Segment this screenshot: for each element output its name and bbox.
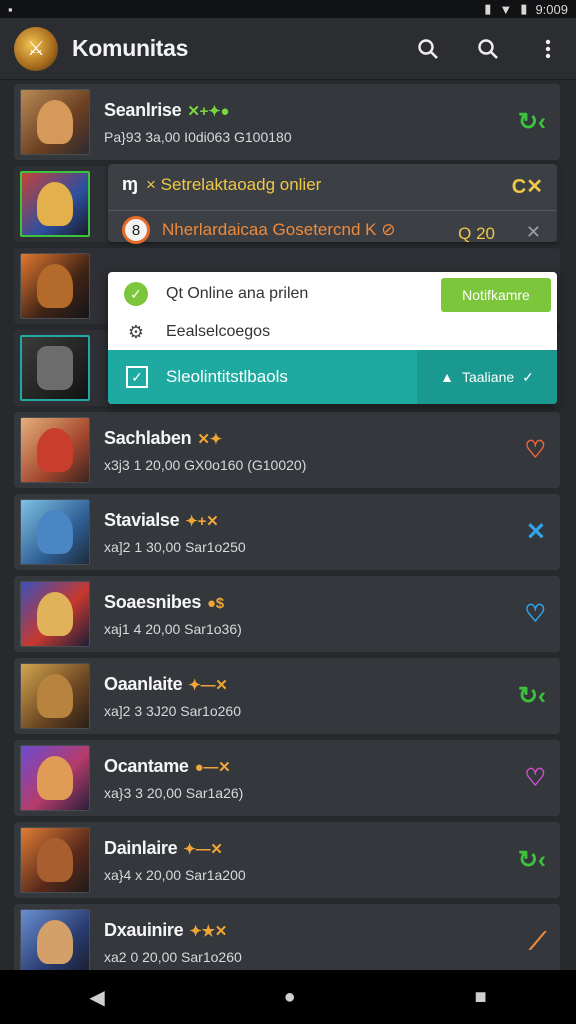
close-icon[interactable]: C✕ [512, 174, 543, 199]
item-meta: Pa}93 3a,00 I0di063 G100180 [104, 128, 292, 145]
checkbox-icon: ✓ [126, 366, 148, 388]
item-title: Dxauinire [104, 919, 184, 940]
list-item[interactable]: Soaesnibes ●$ xaj1 4 20,00 Sar1o36) ♡ [14, 576, 560, 652]
refresh-icon[interactable]: ↻‹ [518, 846, 546, 875]
sparkle-icon: ✕✦ [197, 430, 222, 448]
list-item[interactable]: Seanlrise ✕+✦● Pa}93 3a,00 I0di063 G10018… [14, 84, 560, 160]
item-meta: xa2 0 20,00 Sar1o260 [104, 948, 242, 965]
list-item[interactable]: Stavialse ✦+✕ xa]2 1 30,00 Sar1o250 ✕ [14, 494, 560, 570]
game-thumbnail [20, 499, 90, 565]
game-thumbnail [20, 745, 90, 811]
teal-action-button[interactable]: ▲ Taaliane ✓ [417, 350, 557, 404]
banner-count: Q 20 [458, 224, 495, 243]
heart-icon[interactable]: ♡ [524, 600, 546, 629]
sparkle-icon: ●$ [207, 594, 224, 612]
item-meta: x3j3 1 20,00 GX0o160 (G10020) [104, 456, 307, 473]
item-title: Sachlaben [104, 427, 192, 448]
image-icon: ▪ [8, 1, 13, 17]
recents-icon[interactable]: ■ [474, 986, 486, 1009]
swords-icon[interactable]: ✕ [526, 518, 546, 547]
sparkle-icon: ✦+✕ [185, 512, 219, 530]
sword-icon[interactable]: ⟋ [529, 928, 546, 956]
game-thumbnail [20, 909, 90, 975]
game-thumbnail [20, 89, 90, 155]
item-title: Seanlrise [104, 99, 182, 120]
options-menu: ✓ Qt Online ana prilen Notifkamre ⚙ Eeal… [108, 272, 557, 404]
item-meta: xa]2 3 3J20 Sar1o260 [104, 702, 241, 719]
game-thumbnail [20, 581, 90, 647]
back-icon[interactable]: ◀ [89, 985, 104, 1010]
notification-banner: ɱ × Setrelaktaoadg onlier C✕ 8 Nherlarda… [108, 164, 557, 244]
status-time: 9:009 [535, 1, 568, 17]
list-item[interactable]: Dxauinire ✦★✕ xa2 0 20,00 Sar1o260 ⟋ [14, 904, 560, 980]
item-meta: xa}4 x 20,00 Sar1a200 [104, 866, 246, 883]
check-icon: ✓ [522, 368, 534, 385]
status-bar: ▪ ▮ ▼ ▮ 9:009 [0, 0, 576, 18]
list-item[interactable]: Sachlaben ✕✦ x3j3 1 20,00 GX0o160 (G10020… [14, 412, 560, 488]
app-bar: ⚔ Komunitas [0, 18, 576, 80]
list-item[interactable]: Oaanlaite ✦—✕ xa]2 3 3J20 Sar1o260 ↻‹ [14, 658, 560, 734]
item-title: Ocantame [104, 755, 189, 776]
heart-icon[interactable]: ♡ [524, 436, 546, 465]
home-icon[interactable]: ● [284, 986, 296, 1009]
sparkle-icon: ●—✕ [194, 758, 231, 776]
item-title: Oaanlaite [104, 673, 183, 694]
game-thumbnail [20, 827, 90, 893]
search-icon[interactable] [474, 35, 502, 63]
battery-icon: ▮ [520, 1, 528, 16]
close-icon[interactable]: ✕ [526, 222, 541, 243]
list-item[interactable]: Ocantame ●—✕ xa}3 3 20,00 Sar1a26) ♡ [14, 740, 560, 816]
item-title: Stavialse [104, 509, 180, 530]
sparkle-icon: ✦—✕ [183, 840, 223, 858]
menu-item-settings[interactable]: ⚙ Eealselcoegos [108, 312, 557, 352]
divider [108, 210, 557, 211]
system-nav-bar: ◀ ● ■ [0, 970, 576, 1024]
notification-button[interactable]: Notifkamre [441, 278, 551, 312]
user-icon: ▲ [440, 369, 454, 385]
sparkle-icon: ✦★✕ [189, 922, 228, 940]
item-meta: xa]2 1 30,00 Sar1o250 [104, 538, 246, 555]
check-icon: ✓ [124, 282, 148, 306]
game-thumbnail [20, 253, 90, 319]
wifi-icon: ▼ [499, 1, 513, 17]
search-icon[interactable] [414, 35, 442, 63]
item-meta: xaj1 4 20,00 Sar1o36) [104, 620, 242, 637]
refresh-icon[interactable]: ↻‹ [518, 108, 546, 137]
gear-icon: ⚙ [127, 321, 145, 342]
badge: 8 [122, 216, 150, 244]
sparkle-icon: ✦—✕ [188, 676, 228, 694]
banner-text: × Setrelaktaoadg onlier [146, 174, 322, 194]
game-thumbnail [20, 335, 90, 401]
list-item[interactable]: Dainlaire ✦—✕ xa}4 x 20,00 Sar1a200 ↻‹ [14, 822, 560, 898]
item-meta: xa}3 3 20,00 Sar1a26) [104, 784, 244, 801]
game-thumbnail [20, 417, 90, 483]
menu-item-selected[interactable]: ✓ Sleolintitstlbaols ▲ Taaliane ✓ [108, 350, 557, 404]
game-thumbnail [20, 171, 90, 237]
teal-button-label: Taaliane [461, 369, 515, 385]
more-vert-icon[interactable] [534, 35, 562, 63]
menu-item-label: Sleolintitstlbaols [166, 367, 288, 386]
app-logo-icon[interactable]: ⚔ [14, 26, 58, 71]
app-mark-icon: ɱ [122, 174, 139, 194]
refresh-icon[interactable]: ↻‹ [518, 682, 546, 711]
page-title: Komunitas [72, 35, 189, 61]
signal-icon: ▮ [484, 1, 492, 16]
menu-item-online[interactable]: ✓ Qt Online ana prilen Notifkamre [108, 274, 557, 314]
banner-subtext: Nherlardaicaa Gosetercnd K ⊘ [162, 220, 396, 239]
heart-icon[interactable]: ♡ [524, 764, 546, 793]
item-title: Soaesnibes [104, 591, 202, 612]
sparkle-icon: ✕+✦● [187, 102, 230, 120]
menu-item-label: Qt Online ana prilen [166, 285, 309, 302]
item-title: Dainlaire [104, 837, 178, 858]
menu-item-label: Eealselcoegos [166, 323, 271, 340]
game-thumbnail [20, 663, 90, 729]
